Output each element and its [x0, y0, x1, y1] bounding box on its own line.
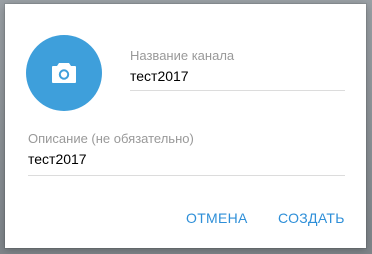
- channel-name-label: Название канала: [130, 48, 235, 63]
- create-button[interactable]: СОЗДАТЬ: [278, 210, 345, 226]
- description-label: Описание (не обязательно): [28, 131, 194, 146]
- channel-name-input[interactable]: тест2017: [130, 68, 189, 84]
- create-channel-dialog: Название канала тест2017 Описание (не об…: [5, 4, 366, 248]
- description-input[interactable]: тест2017: [28, 151, 87, 167]
- description-underline: [28, 175, 345, 176]
- channel-photo-button[interactable]: [26, 35, 102, 111]
- cancel-button[interactable]: ОТМЕНА: [186, 210, 248, 226]
- channel-name-underline: [130, 90, 345, 91]
- camera-icon: [51, 62, 77, 84]
